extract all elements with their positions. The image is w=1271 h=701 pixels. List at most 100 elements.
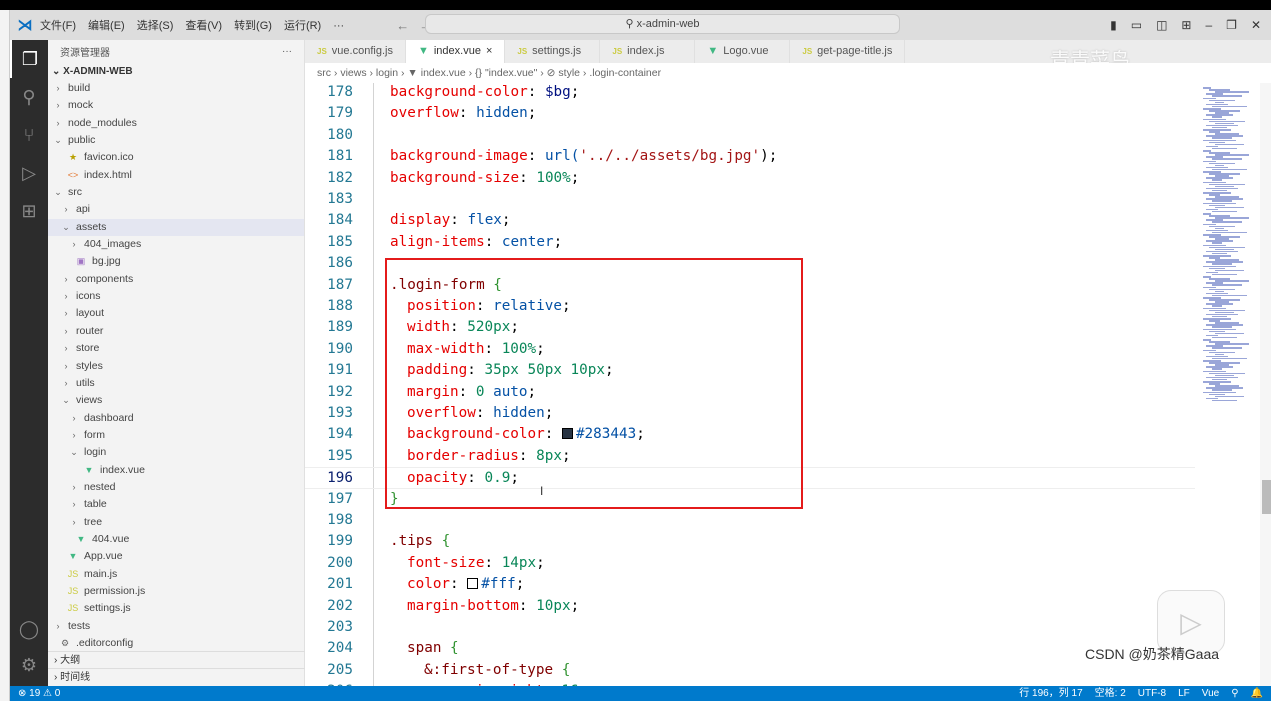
code-line[interactable]: 188 position: relative; <box>305 296 1195 317</box>
problems-indicator[interactable]: ⊗ 19 ⚠ 0 <box>18 686 60 701</box>
status-item[interactable]: Vue <box>1202 688 1219 699</box>
tree-item[interactable]: ⌄ assets <box>48 218 304 237</box>
menu-item[interactable]: 编辑(E) <box>88 20 125 32</box>
code-line[interactable]: 192 margin: 0 auto; <box>305 382 1195 403</box>
code-line[interactable]: 196 opacity: 0.9; <box>305 467 1195 489</box>
maximize-button[interactable]: ❐ <box>1226 18 1237 32</box>
tab-index-js[interactable]: JS index.js <box>600 40 696 63</box>
tree-item[interactable]: JS permission.js <box>48 583 304 600</box>
code-line[interactable]: 190 max-width: 100%; <box>305 339 1195 360</box>
extensions-icon[interactable]: ⊞ <box>10 192 48 230</box>
tree-item[interactable]: › node_modules <box>48 115 304 132</box>
code-line[interactable]: 179 overflow: hidden; <box>305 103 1195 124</box>
tree-item[interactable]: › nested <box>48 479 304 496</box>
tree-item[interactable]: › tree <box>48 514 304 531</box>
status-item[interactable]: LF <box>1178 688 1190 699</box>
code-line[interactable]: 195 border-radius: 8px; <box>305 446 1195 467</box>
color-swatch[interactable] <box>561 428 573 440</box>
code-line[interactable]: 182 background-size: 100%; <box>305 168 1195 189</box>
tree-item[interactable]: › utils <box>48 375 304 392</box>
close-window-button[interactable]: ✕ <box>1251 18 1261 32</box>
menu-item[interactable]: 选择(S) <box>137 20 174 32</box>
code-line[interactable]: 205 &:first-of-type { <box>305 660 1195 681</box>
tree-item[interactable]: › icons <box>48 288 304 305</box>
toggle-panel-icon[interactable]: ▭ <box>1131 18 1142 32</box>
source-control-icon[interactable]: ⑂ <box>10 116 48 154</box>
settings-gear-icon[interactable]: ⚙ <box>10 646 48 684</box>
tree-item[interactable]: ⚙ .editorconfig <box>48 635 304 652</box>
status-item[interactable]: 行 196，列 17 <box>1019 688 1082 699</box>
close-tab-icon[interactable]: × <box>486 40 492 63</box>
vertical-scrollbar[interactable] <box>1260 83 1271 686</box>
code-line[interactable]: 185 align-items: center; <box>305 232 1195 253</box>
scrollbar-thumb[interactable] <box>1262 480 1271 514</box>
menu-item[interactable]: 运行(R) <box>284 20 321 32</box>
tree-item[interactable]: › form <box>48 427 304 444</box>
tree-item[interactable]: › mock <box>48 97 304 114</box>
tree-item[interactable]: › layout <box>48 305 304 322</box>
status-item[interactable]: 空格: 2 <box>1095 688 1126 699</box>
menu-item[interactable]: 查看(V) <box>185 20 222 32</box>
code-line[interactable]: 203 <box>305 617 1195 638</box>
tree-item[interactable]: › table <box>48 496 304 513</box>
tree-item[interactable]: ⌄ src <box>48 184 304 201</box>
tab-Logo-vue[interactable]: ▼ Logo.vue <box>695 40 791 63</box>
tree-item[interactable]: ▣ bg.jpg <box>48 253 304 270</box>
tree-item[interactable]: ⌄ login <box>48 444 304 461</box>
menu-item[interactable]: 文件(F) <box>40 20 76 32</box>
tree-item[interactable]: › dashboard <box>48 410 304 427</box>
back-arrow-icon[interactable]: ← <box>396 18 409 33</box>
code-line[interactable]: 194 background-color: #283443; <box>305 424 1195 445</box>
code-line[interactable]: 186 <box>305 253 1195 274</box>
code-line[interactable]: 199 .tips { <box>305 531 1195 552</box>
tree-item[interactable]: ▼ index.vue <box>48 462 304 479</box>
code-line[interactable]: 181 background-image: url('../../assets/b… <box>305 146 1195 167</box>
color-swatch[interactable] <box>467 578 479 590</box>
tree-item[interactable]: JS main.js <box>48 566 304 583</box>
code-line[interactable]: 202 margin-bottom: 10px; <box>305 596 1195 617</box>
tree-item[interactable]: › components <box>48 271 304 288</box>
status-item[interactable]: ⚲ <box>1231 688 1238 699</box>
tab-get-page-title-js[interactable]: JS get-page-title.js <box>790 40 906 63</box>
tree-item[interactable]: ★ favicon.ico <box>48 149 304 166</box>
explorer-icon[interactable]: ❐ <box>10 40 48 78</box>
tree-item[interactable]: › tests <box>48 618 304 635</box>
search-icon[interactable]: ⚲ <box>10 78 48 116</box>
minimize-button[interactable]: – <box>1205 18 1212 32</box>
tab-vue-config-js[interactable]: JS vue.config.js <box>305 40 406 63</box>
tree-item[interactable]: › api <box>48 201 304 218</box>
tree-item[interactable]: <> index.html <box>48 167 304 184</box>
outline-section[interactable]: › 大纲 <box>48 651 305 668</box>
tree-item[interactable]: ⌄ views <box>48 392 304 409</box>
code-line[interactable]: 187 .login-form { <box>305 275 1195 296</box>
toggle-secondary-sidebar-icon[interactable]: ◫ <box>1156 18 1167 32</box>
code-line[interactable]: 184 display: flex; <box>305 210 1195 231</box>
tree-item[interactable]: ▼ 404.vue <box>48 531 304 548</box>
code-editor[interactable]: 178 background-color: $bg; 179 overflow: hi… <box>305 83 1195 686</box>
code-line[interactable]: 183 <box>305 189 1195 210</box>
tree-item[interactable]: › styles <box>48 358 304 375</box>
layout-icon[interactable]: ⊞ <box>1181 18 1191 32</box>
code-line[interactable]: 204 span { <box>305 638 1195 659</box>
tab-index-vue[interactable]: ▼ index.vue × <box>405 40 506 63</box>
account-icon[interactable]: ◯ <box>10 610 48 648</box>
status-item[interactable]: 🔔 <box>1251 688 1263 699</box>
code-line[interactable]: 201 color: #fff; <box>305 574 1195 595</box>
code-line[interactable]: 191 padding: 35px 50px 10px; <box>305 360 1195 381</box>
tree-item[interactable]: › build <box>48 80 304 97</box>
menu-item[interactable]: ··· <box>333 20 344 32</box>
menu-item[interactable]: 转到(G) <box>234 20 272 32</box>
tree-item[interactable]: › store <box>48 340 304 357</box>
code-line[interactable]: 198 <box>305 510 1195 531</box>
code-line[interactable]: 197} <box>305 489 1195 510</box>
code-line[interactable]: 200 font-size: 14px; <box>305 553 1195 574</box>
timeline-section[interactable]: › 时间线 <box>48 668 305 685</box>
run-debug-icon[interactable]: ▷ <box>10 154 48 192</box>
tree-item[interactable]: › router <box>48 323 304 340</box>
code-line[interactable]: 193 overflow: hidden; <box>305 403 1195 424</box>
tree-item[interactable]: › 404_images <box>48 236 304 253</box>
more-actions-button[interactable]: ··· <box>282 46 292 57</box>
breadcrumb[interactable]: src › views › login › ▼ index.vue › {} "… <box>305 63 1271 83</box>
code-line[interactable]: 180 <box>305 125 1195 146</box>
workspace-root[interactable]: ⌄ X-ADMIN-WEB <box>48 63 304 80</box>
